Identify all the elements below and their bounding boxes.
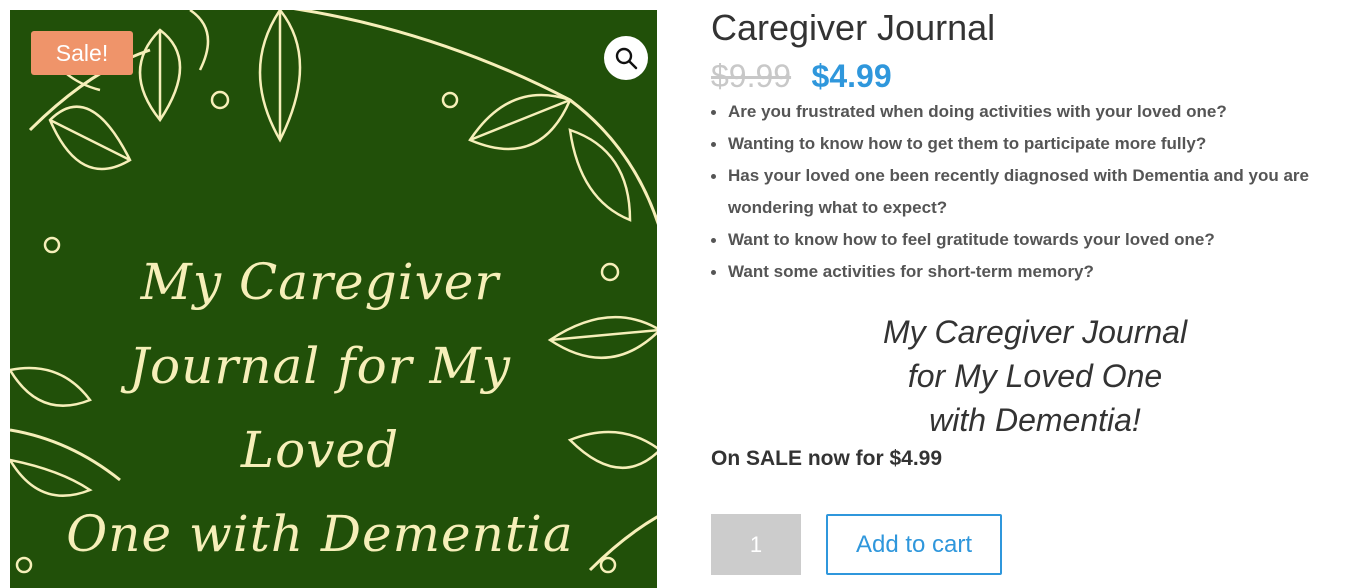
list-item: Want some activities for short-term memo… — [711, 256, 1341, 288]
cover-line: My Caregiver — [140, 253, 500, 311]
zoom-button[interactable] — [604, 36, 648, 80]
tagline-line: My Caregiver Journal — [882, 314, 1188, 350]
price: $9.99 $4.99 — [711, 58, 892, 95]
cover-line: One with Dementia — [66, 505, 574, 563]
list-item: Wanting to know how to get them to parti… — [711, 128, 1341, 160]
sale-badge: Sale! — [31, 31, 133, 75]
description-bullets: Are you frustrated when doing activities… — [711, 96, 1341, 288]
cover-line: Journal for My — [129, 337, 511, 395]
list-item: Are you frustrated when doing activities… — [711, 96, 1341, 128]
old-price: $9.99 — [711, 58, 792, 94]
tagline: My Caregiver Journal for My Loved One wi… — [711, 310, 1352, 442]
magnifier-icon — [615, 47, 638, 70]
cover-title: My Caregiver Journal for My Loved One wi… — [10, 240, 630, 576]
list-item: Want to know how to feel gratitude towar… — [711, 224, 1341, 256]
product-image[interactable]: My Caregiver Journal for My Loved One wi… — [10, 10, 657, 588]
sale-announcement: On SALE now for $4.99 — [711, 447, 943, 470]
product-title: Caregiver Journal — [711, 7, 996, 48]
cover-line: Loved — [240, 421, 400, 479]
add-to-cart-button[interactable]: Add to cart — [826, 514, 1002, 575]
list-item: Has your loved one been recently diagnos… — [711, 160, 1341, 224]
sale-price: $4.99 — [811, 58, 892, 94]
tagline-line: for My Loved One — [907, 358, 1163, 394]
quantity-input[interactable] — [711, 514, 801, 575]
tagline-line: with Dementia! — [929, 402, 1141, 438]
